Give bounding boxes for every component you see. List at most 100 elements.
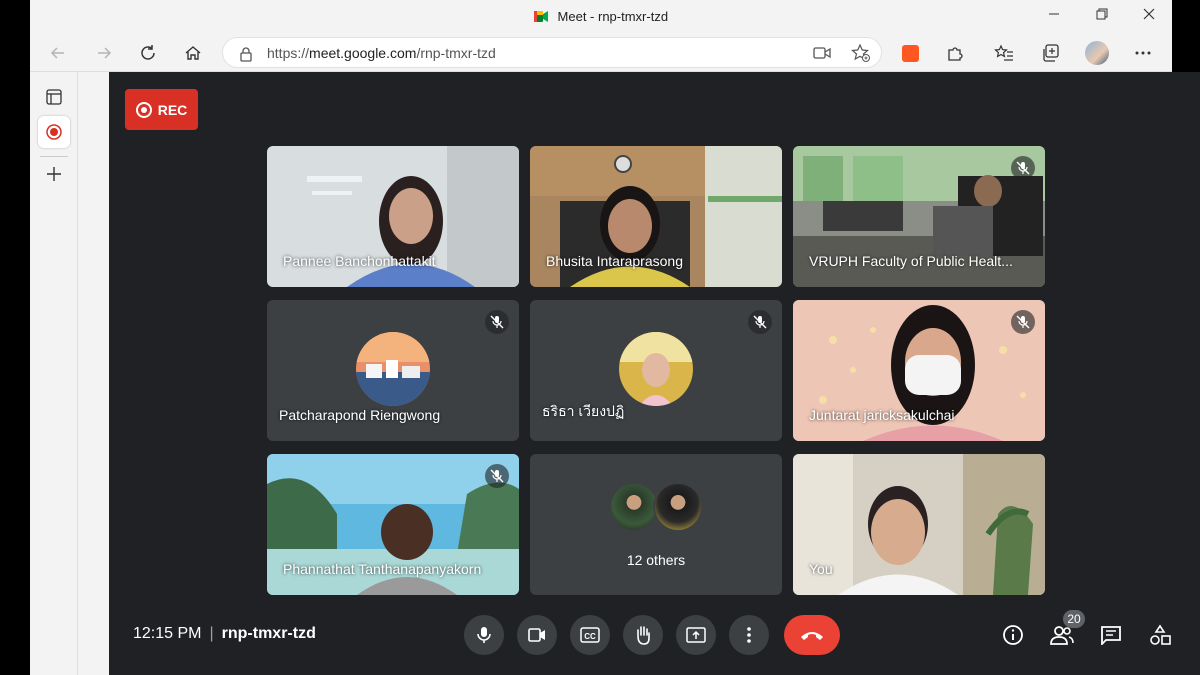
- participant-name: Patcharapond Riengwong: [279, 407, 441, 423]
- window-title-area: Meet - rnp-tmxr-tzd: [30, 9, 1172, 24]
- activities-button[interactable]: [1143, 618, 1177, 652]
- sidebar-tab-recording[interactable]: [38, 116, 70, 148]
- lock-icon: [240, 47, 252, 62]
- browser-toolbar: https://meet.google.com/rnp-tmxr-tzd: [30, 33, 1172, 72]
- puzzle-icon: [948, 47, 963, 61]
- participant-tile-speaking[interactable]: Juntarat jaricksakulchai: [793, 300, 1045, 441]
- participant-name: Phannathat Tanthanapanyakorn: [283, 561, 482, 577]
- url-host: meet.google.com: [309, 45, 417, 61]
- participant-tile[interactable]: ธริธา เวียงปฏิ: [530, 300, 782, 441]
- close-icon: [1143, 8, 1155, 20]
- participant-count-badge: 20: [1063, 610, 1085, 628]
- restore-button[interactable]: [1092, 6, 1112, 26]
- sidebar-divider: [40, 156, 68, 157]
- extension-button[interactable]: [896, 39, 924, 67]
- muted-indicator: [485, 464, 509, 488]
- participant-name: ธริธา เวียงปฏิ: [542, 403, 625, 419]
- others-avatar: [653, 482, 703, 532]
- address-bar[interactable]: https://meet.google.com/rnp-tmxr-tzd: [222, 37, 882, 68]
- participant-tile[interactable]: VRUPH Faculty of Public Healt...: [793, 146, 1045, 287]
- url-prefix: https://: [267, 45, 310, 61]
- people-icon: [1050, 626, 1074, 645]
- svg-text:CC: CC: [584, 632, 596, 641]
- favorites-button[interactable]: [990, 39, 1018, 67]
- mic-off-icon: [1016, 161, 1030, 175]
- participant-name: VRUPH Faculty of Public Healt...: [809, 253, 1013, 269]
- self-tile[interactable]: You: [793, 454, 1045, 595]
- people-button[interactable]: 20: [1045, 610, 1085, 652]
- video-camera-icon: [528, 628, 545, 642]
- forward-button[interactable]: [90, 39, 118, 67]
- call-controls-bar: 12:15 PM | rnp-tmxr-tzd CC 20: [109, 602, 1200, 675]
- home-button[interactable]: [179, 39, 207, 67]
- mic-off-icon: [490, 315, 504, 329]
- participant-name: Bhusita Intaraprasong: [546, 253, 683, 269]
- microphone-button[interactable]: [464, 615, 504, 655]
- others-label: 12 others: [626, 552, 686, 568]
- extensions-button[interactable]: [941, 39, 969, 67]
- url-path: /rnp-tmxr-tzd: [416, 45, 496, 61]
- mic-off-icon: [1016, 315, 1030, 329]
- tab-actions-button[interactable]: [38, 81, 70, 113]
- more-horizontal-icon: [1135, 51, 1151, 55]
- chat-button[interactable]: [1094, 618, 1128, 652]
- camera-permission-icon[interactable]: [813, 46, 831, 60]
- minimize-icon: [1049, 13, 1059, 15]
- back-button[interactable]: [44, 39, 72, 67]
- participant-name: You: [809, 561, 833, 577]
- others-tile[interactable]: 12 others: [530, 454, 782, 595]
- participant-avatar: [619, 332, 693, 406]
- browser-window: Meet - rnp-tmxr-tzd https://meet.google.…: [30, 0, 1200, 675]
- meeting-time: 12:15 PM: [133, 625, 202, 642]
- settings-more-button[interactable]: [1129, 39, 1157, 67]
- chat-icon: [1101, 626, 1121, 645]
- window-title: Meet - rnp-tmxr-tzd: [557, 9, 669, 24]
- hand-icon: [637, 626, 650, 645]
- arrow-right-icon: [98, 47, 112, 59]
- avatar-image: [356, 332, 430, 406]
- arrow-left-icon: [50, 47, 64, 59]
- favorites-list-icon: [994, 44, 1013, 61]
- collections-button[interactable]: [1036, 39, 1064, 67]
- url-text: https://meet.google.com/rnp-tmxr-tzd: [267, 45, 496, 61]
- present-screen-button[interactable]: [676, 615, 716, 655]
- close-window-button[interactable]: [1139, 6, 1159, 26]
- end-call-icon: [801, 632, 823, 640]
- meeting-details-button[interactable]: [996, 618, 1030, 652]
- captions-button[interactable]: CC: [570, 615, 610, 655]
- muted-indicator: [1011, 156, 1035, 180]
- profile-button[interactable]: [1083, 39, 1111, 67]
- minimize-button[interactable]: [1044, 6, 1064, 26]
- raise-hand-button[interactable]: [623, 615, 663, 655]
- leave-call-button[interactable]: [784, 615, 840, 655]
- participant-tile[interactable]: Bhusita Intaraprasong: [530, 146, 782, 287]
- title-bar: Meet - rnp-tmxr-tzd: [30, 0, 1172, 33]
- closed-captions-icon: CC: [580, 627, 600, 643]
- avatar-image: [619, 332, 693, 406]
- more-vertical-icon: [747, 627, 751, 643]
- separator: |: [209, 625, 214, 642]
- record-icon: [46, 124, 62, 140]
- new-tab-button[interactable]: [38, 158, 70, 190]
- profile-avatar: [1085, 41, 1109, 65]
- plus-icon: [47, 167, 61, 181]
- rec-label: REC: [157, 101, 188, 118]
- info-icon: [1003, 625, 1023, 645]
- favorite-star-icon[interactable]: [851, 44, 871, 62]
- participant-tile[interactable]: Patcharapond Riengwong: [267, 300, 519, 441]
- muted-indicator: [1011, 310, 1035, 334]
- camera-button[interactable]: [517, 615, 557, 655]
- meeting-info: 12:15 PM | rnp-tmxr-tzd: [133, 625, 316, 643]
- muted-indicator: [485, 310, 509, 334]
- others-avatar: [609, 482, 659, 532]
- refresh-icon: [141, 45, 155, 60]
- refresh-button[interactable]: [134, 39, 162, 67]
- record-dot-icon: [135, 101, 152, 118]
- participant-tile[interactable]: Pannee Banchonhattakit: [267, 146, 519, 287]
- more-options-button[interactable]: [729, 615, 769, 655]
- participant-name: Juntarat jaricksakulchai: [809, 407, 955, 423]
- tab-layout-icon: [46, 89, 62, 105]
- recording-indicator[interactable]: REC: [125, 89, 198, 130]
- participant-tile[interactable]: Phannathat Tanthanapanyakorn: [267, 454, 519, 595]
- mic-off-icon: [753, 315, 767, 329]
